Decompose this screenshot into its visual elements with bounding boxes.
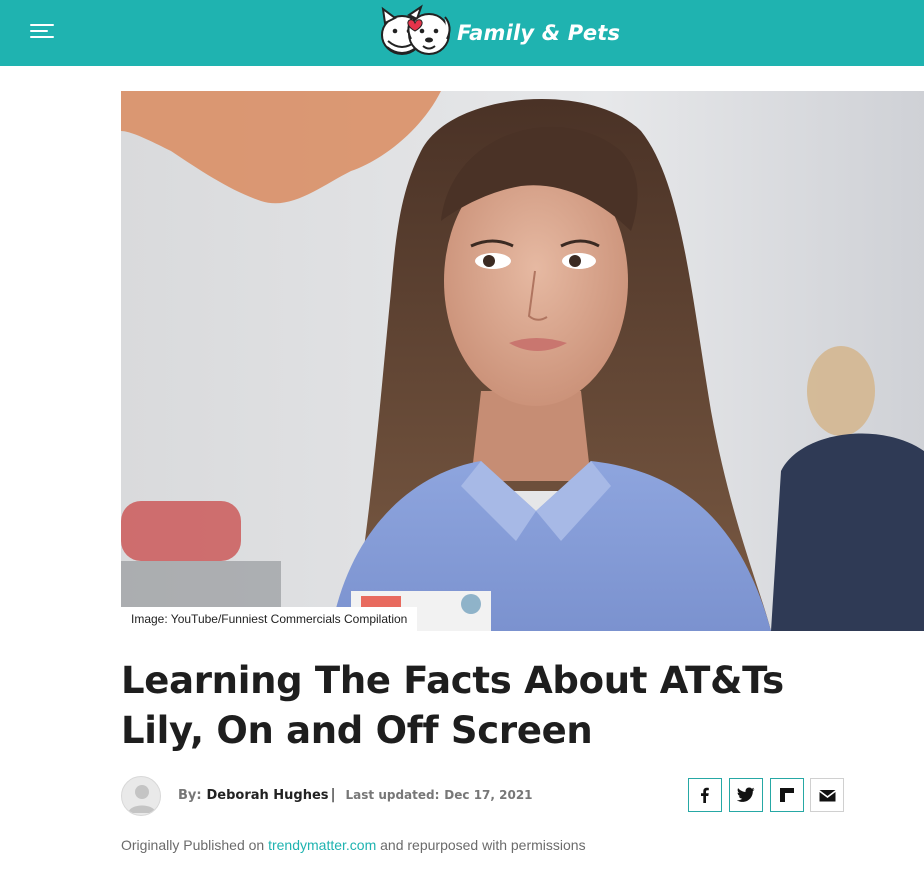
image-caption: Image: YouTube/Funniest Commercials Comp… <box>121 607 418 631</box>
last-updated-label: Last updated: <box>345 788 440 802</box>
byline-separator: | <box>330 787 336 803</box>
hamburger-menu-icon[interactable] <box>30 22 54 40</box>
author-avatar[interactable] <box>121 776 161 816</box>
origin-suffix: and repurposed with permissions <box>380 837 586 853</box>
twitter-icon <box>737 787 755 802</box>
site-header: Family & Pets <box>0 0 924 66</box>
origin-link[interactable]: trendymatter.com <box>268 837 376 853</box>
hero-image: Image: YouTube/Funniest Commercials Comp… <box>121 91 924 631</box>
hero-photo <box>121 91 924 631</box>
author-name[interactable]: Deborah Hughes <box>206 788 328 803</box>
facebook-icon <box>701 787 709 803</box>
origin-prefix: Originally Published on <box>121 837 265 853</box>
share-twitter-button[interactable] <box>729 778 763 812</box>
article-title-line-1: Learning The Facts About AT&Ts <box>121 659 784 702</box>
byline: By: Deborah Hughes | Last updated: Dec 17… <box>178 787 533 803</box>
by-label: By: <box>178 788 202 803</box>
email-icon <box>819 789 835 801</box>
byline-row: By: Deborah Hughes | Last updated: Dec 17… <box>121 776 847 816</box>
user-avatar-icon <box>128 785 156 813</box>
logo-pets-icon <box>381 4 451 55</box>
share-flipboard-button[interactable] <box>770 778 804 812</box>
article-title-line-2: Lily, On and Off Screen <box>121 709 593 752</box>
flipboard-icon <box>780 788 794 802</box>
site-logo[interactable]: Family & Pets <box>375 0 620 66</box>
article-title: Learning The Facts About AT&Ts Lily, On … <box>121 656 881 756</box>
brand-name: Family & Pets <box>457 21 621 45</box>
share-facebook-button[interactable] <box>688 778 722 812</box>
last-updated-date: Dec 17, 2021 <box>444 788 533 802</box>
origin-note: Originally Published on trendymatter.com… <box>121 837 586 853</box>
share-email-button[interactable] <box>810 778 844 812</box>
